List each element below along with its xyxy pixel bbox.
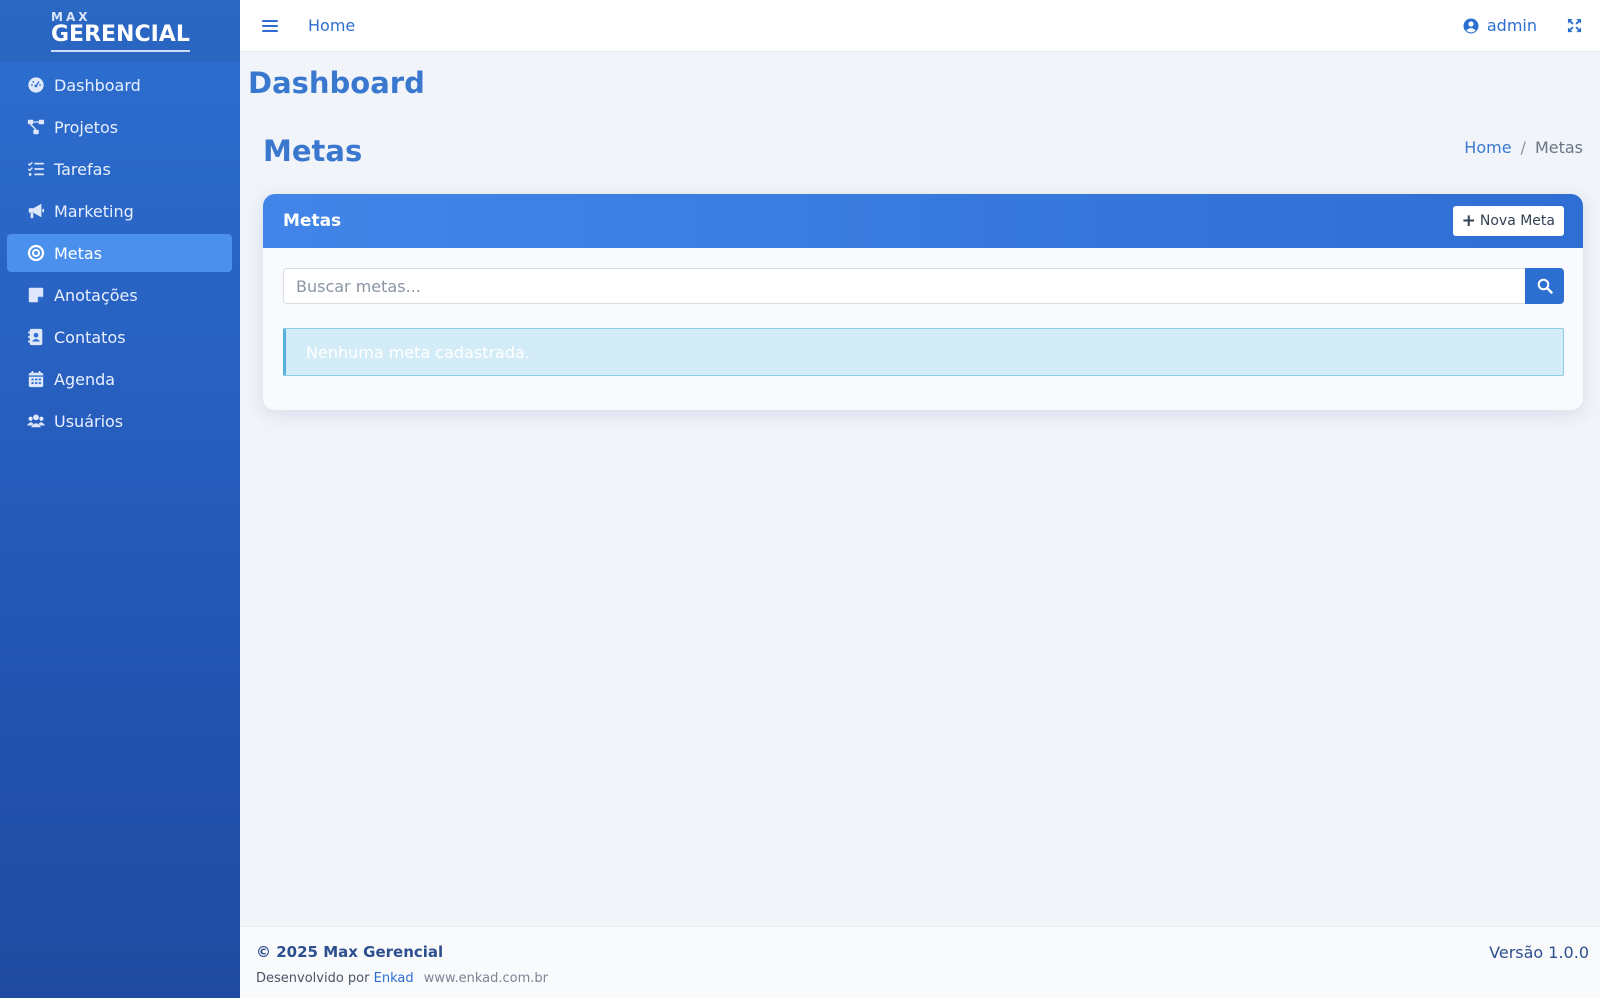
search-icon bbox=[1537, 278, 1553, 294]
target-icon bbox=[26, 243, 46, 263]
nova-meta-button[interactable]: + Nova Meta bbox=[1452, 206, 1564, 236]
search-button[interactable] bbox=[1525, 268, 1564, 304]
metas-card: Metas + Nova Meta Nenhuma meta cadastrad… bbox=[263, 194, 1583, 410]
bullhorn-icon bbox=[26, 201, 46, 221]
sticky-note-icon bbox=[26, 285, 46, 305]
sidebar-item-metas[interactable]: Metas bbox=[7, 234, 232, 272]
card-title: Metas bbox=[283, 211, 342, 231]
card-body: Nenhuma meta cadastrada. bbox=[263, 248, 1583, 376]
sidebar-item-label: Dashboard bbox=[54, 75, 141, 95]
developed-by-label: Desenvolvido por bbox=[256, 971, 370, 986]
sidebar-item-agenda[interactable]: Agenda bbox=[7, 360, 232, 398]
footer: © 2025 Max Gerencial Desenvolvido por En… bbox=[240, 926, 1600, 998]
calendar-icon bbox=[26, 369, 46, 389]
sidebar-item-label: Usuários bbox=[54, 411, 124, 431]
sidebar-item-contatos[interactable]: Contatos bbox=[7, 318, 232, 356]
sidebar-item-anotacoes[interactable]: Anotações bbox=[7, 276, 232, 314]
brand-main-text: GERENCIAL bbox=[51, 22, 190, 52]
sidebar-item-label: Tarefas bbox=[54, 159, 111, 179]
sidebar: MAX GERENCIAL Dashboard Projetos Tarefas bbox=[0, 0, 240, 998]
breadcrumb-home-link[interactable]: Home bbox=[1464, 138, 1511, 157]
footer-copyright: © 2025 Max Gerencial bbox=[256, 943, 444, 961]
tasks-list-icon bbox=[26, 159, 46, 179]
user-circle-icon bbox=[1463, 18, 1479, 33]
sidebar-item-dashboard[interactable]: Dashboard bbox=[7, 66, 232, 104]
sidebar-item-label: Agenda bbox=[54, 369, 116, 389]
sidebar-item-label: Marketing bbox=[54, 201, 134, 221]
sidebar-item-label: Anotações bbox=[54, 285, 138, 305]
project-diagram-icon bbox=[26, 117, 46, 137]
brand-top-text: MAX bbox=[51, 9, 91, 24]
hamburger-menu-icon[interactable] bbox=[262, 17, 278, 35]
plus-icon: + bbox=[1461, 210, 1476, 231]
footer-version: Versão 1.0.0 bbox=[1489, 943, 1589, 962]
users-icon bbox=[26, 411, 46, 431]
nova-meta-label: Nova Meta bbox=[1479, 213, 1555, 229]
search-group bbox=[283, 268, 1564, 304]
sidebar-item-label: Metas bbox=[54, 243, 103, 263]
breadcrumb-current: Metas bbox=[1534, 138, 1583, 157]
sidebar-item-tarefas[interactable]: Tarefas bbox=[7, 150, 232, 188]
developer-link[interactable]: Enkad bbox=[374, 971, 414, 986]
sidebar-nav: Dashboard Projetos Tarefas Marketing Met… bbox=[0, 62, 240, 440]
fullscreen-expand-icon[interactable] bbox=[1567, 18, 1582, 33]
section-title: Metas bbox=[263, 134, 363, 168]
developer-url: www.enkad.com.br bbox=[423, 971, 548, 986]
sidebar-item-usuarios[interactable]: Usuários bbox=[7, 402, 232, 440]
topbar-right: admin bbox=[1463, 16, 1582, 35]
topbar-home-link[interactable]: Home bbox=[308, 16, 355, 35]
empty-state-alert: Nenhuma meta cadastrada. bbox=[283, 328, 1564, 376]
dashboard-gauge-icon bbox=[26, 75, 46, 95]
search-input[interactable] bbox=[283, 268, 1525, 304]
brand-logo[interactable]: MAX GERENCIAL bbox=[0, 0, 240, 62]
user-menu[interactable]: admin bbox=[1487, 16, 1537, 35]
sidebar-item-projetos[interactable]: Projetos bbox=[7, 108, 232, 146]
card-header: Metas + Nova Meta bbox=[263, 194, 1583, 248]
footer-developer: Desenvolvido por Enkad www.enkad.com.br bbox=[256, 971, 548, 986]
main-content: Dashboard Metas Home / Metas Metas + Nov… bbox=[240, 52, 1600, 926]
sidebar-item-label: Contatos bbox=[54, 327, 126, 347]
empty-state-message: Nenhuma meta cadastrada. bbox=[306, 342, 530, 362]
sidebar-item-marketing[interactable]: Marketing bbox=[7, 192, 232, 230]
topbar: Home admin bbox=[240, 0, 1600, 52]
page-title: Dashboard bbox=[248, 66, 425, 100]
breadcrumb: Home / Metas bbox=[1464, 138, 1583, 157]
address-book-icon bbox=[26, 327, 46, 347]
breadcrumb-separator: / bbox=[1520, 138, 1526, 157]
sidebar-item-label: Projetos bbox=[54, 117, 119, 137]
